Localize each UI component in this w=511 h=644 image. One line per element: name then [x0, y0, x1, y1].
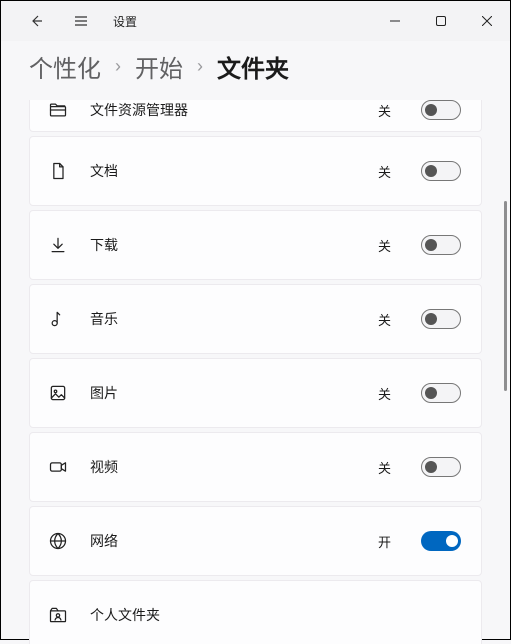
- network-icon: [46, 531, 70, 551]
- toggle-state-label: 关: [378, 162, 391, 181]
- list-item: 文档 关: [29, 136, 482, 206]
- download-icon: [46, 235, 70, 255]
- app-title: 设置: [113, 13, 137, 30]
- list-item: 网络 开: [29, 506, 482, 576]
- item-label: 网络: [90, 531, 358, 551]
- toggle-switch[interactable]: [421, 457, 461, 477]
- personal-folder-icon: [46, 605, 70, 625]
- toggle-switch[interactable]: [421, 161, 461, 181]
- toggle-switch[interactable]: [421, 309, 461, 329]
- toggle-state-label: 关: [378, 101, 391, 120]
- toggle-state-label: 开: [378, 532, 391, 551]
- breadcrumb-start[interactable]: 开始: [135, 49, 183, 84]
- video-icon: [46, 457, 70, 477]
- toggle-state-label: 关: [378, 310, 391, 329]
- breadcrumb: 个性化 › 开始 › 文件夹: [1, 41, 510, 100]
- item-label: 文件资源管理器: [90, 100, 358, 120]
- list-item: 图片 关: [29, 358, 482, 428]
- item-label: 文档: [90, 161, 358, 181]
- content-area: 文件资源管理器关文档关下载关音乐关图片关视频关网络开个人文件夹: [1, 100, 510, 644]
- list-item: 音乐 关: [29, 284, 482, 354]
- back-button[interactable]: [17, 1, 57, 41]
- toggle-switch[interactable]: [421, 100, 461, 120]
- item-label: 个人文件夹: [90, 605, 461, 625]
- list-item: 文件资源管理器 关: [29, 100, 482, 132]
- item-label: 音乐: [90, 309, 358, 329]
- window-controls: [372, 1, 510, 41]
- file-explorer-icon: [46, 100, 70, 120]
- item-label: 视频: [90, 457, 358, 477]
- titlebar: 设置: [1, 1, 510, 41]
- document-icon: [46, 161, 70, 181]
- folder-list: 文件资源管理器关文档关下载关音乐关图片关视频关网络开个人文件夹: [29, 100, 482, 644]
- list-item: 下载 关: [29, 210, 482, 280]
- picture-icon: [46, 383, 70, 403]
- toggle-state-label: 关: [378, 384, 391, 403]
- list-item: 视频 关: [29, 432, 482, 502]
- toggle-switch[interactable]: [421, 235, 461, 255]
- music-icon: [46, 309, 70, 329]
- item-label: 下载: [90, 235, 358, 255]
- menu-button[interactable]: [61, 1, 101, 41]
- list-item: 个人文件夹: [29, 580, 482, 644]
- minimize-button[interactable]: [372, 1, 418, 41]
- chevron-right-icon: ›: [115, 56, 121, 77]
- toggle-switch[interactable]: [421, 383, 461, 403]
- titlebar-left: 设置: [1, 1, 137, 41]
- toggle-state-label: 关: [378, 236, 391, 255]
- toggle-state-label: 关: [378, 458, 391, 477]
- toggle-switch[interactable]: [421, 531, 461, 551]
- breadcrumb-personalization[interactable]: 个性化: [29, 49, 101, 84]
- maximize-button[interactable]: [418, 1, 464, 41]
- breadcrumb-current: 文件夹: [217, 49, 289, 84]
- chevron-right-icon: ›: [197, 56, 203, 77]
- close-button[interactable]: [464, 1, 510, 41]
- item-label: 图片: [90, 383, 358, 403]
- scrollbar[interactable]: [504, 201, 507, 391]
